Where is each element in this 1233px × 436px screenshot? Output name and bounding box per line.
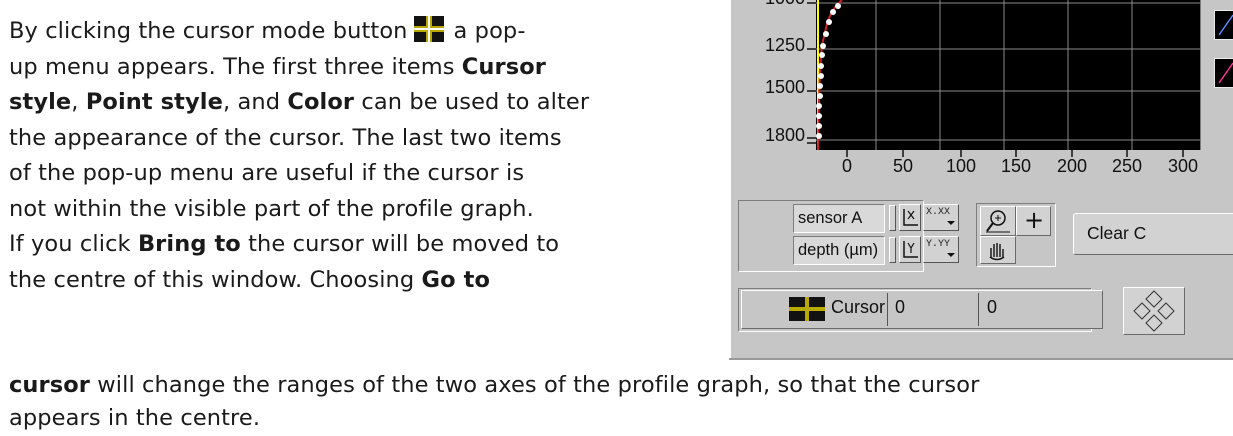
cursor-name-label[interactable]: Cursor [831,297,885,318]
paragraph-top: By clicking the cursor mode button a pop-… [9,14,709,298]
y-autoscale-button[interactable] [899,236,921,263]
text-line-8: the centre of this window. Choosing Go t… [9,266,491,293]
y-axis-name-field[interactable]: depth (µm) [793,236,885,265]
y-tick-label: 1800 [764,125,805,145]
text-line-2: up menu appears. The first three items C… [9,53,546,80]
text-line-9: cursor will change the ranges of the two… [9,372,980,398]
profile-plot-area[interactable] [816,0,1201,150]
hand-icon [989,243,1005,261]
profile-graph-panel: 1000 1250 1500 1800 [729,0,1233,360]
cursor-y-value[interactable]: 0 [987,297,997,318]
plot-legend-line-2[interactable] [1214,58,1233,88]
clear-button[interactable]: Clear C [1073,213,1233,255]
panel-edge [729,0,731,360]
y-format-button[interactable]: Y.YY [923,236,959,263]
y-autoscale-icon [903,241,918,258]
x-tick-label: 0 [841,156,853,176]
plot-legend-line-1[interactable] [1214,10,1233,40]
text-line-4: the appearance of the cursor. The last t… [9,124,562,151]
cursor-mode-icon[interactable] [789,297,825,321]
divider [887,293,888,326]
divider [978,293,979,326]
x-format-button[interactable]: X.XX [923,204,959,231]
cursor-x-value[interactable]: 0 [895,297,905,318]
x-tick-label: 200 [1056,156,1088,176]
chevron-down-icon [947,221,955,225]
y-scale-slider[interactable] [889,237,896,263]
text-line-6: not within the visible part of the profi… [9,195,534,222]
cursor-move-button[interactable]: + [1016,206,1051,236]
x-autoscale-button[interactable] [899,204,921,231]
zoom-button[interactable] [980,206,1016,236]
chevron-down-icon [947,253,955,257]
x-tick-label: 100 [945,156,977,176]
x-tick-label: 300 [1167,156,1199,176]
x-tick-label: 250 [1111,156,1143,176]
x-axis-ticks [846,150,1184,157]
zoom-icon [986,210,1010,233]
text-line-10: appears in the centre. [9,405,261,431]
text-line-7: If you click Bring to the cursor will be… [9,231,560,257]
text-line-3: style, Point style, and Color can be use… [9,89,590,115]
x-tick-label: 50 [892,156,914,176]
panel-bottom-edge [729,358,1233,360]
x-autoscale-icon [903,209,918,226]
text-line-1: By clicking the cursor mode button a pop- [9,16,526,44]
grid-lines [816,0,1200,150]
cursor-mode-icon [413,16,444,42]
y-tick-label: 1250 [764,35,805,55]
x-scale-slider[interactable] [889,205,896,231]
cursor-mover-button[interactable] [1123,287,1185,335]
profile-plot-svg [816,0,1200,150]
paragraph-bottom: cursor will change the ranges of the two… [9,369,1231,435]
pan-button[interactable] [980,236,1016,264]
text-line-5: of the pop-up menu are useful if the cur… [9,160,525,186]
x-axis-name-field[interactable]: sensor A [793,204,885,233]
x-tick-label: 150 [1000,156,1032,176]
y-tick-label: 1500 [764,77,805,97]
y-tick-label: 1000 [765,0,805,9]
diamond-arrows-icon [1133,290,1175,332]
